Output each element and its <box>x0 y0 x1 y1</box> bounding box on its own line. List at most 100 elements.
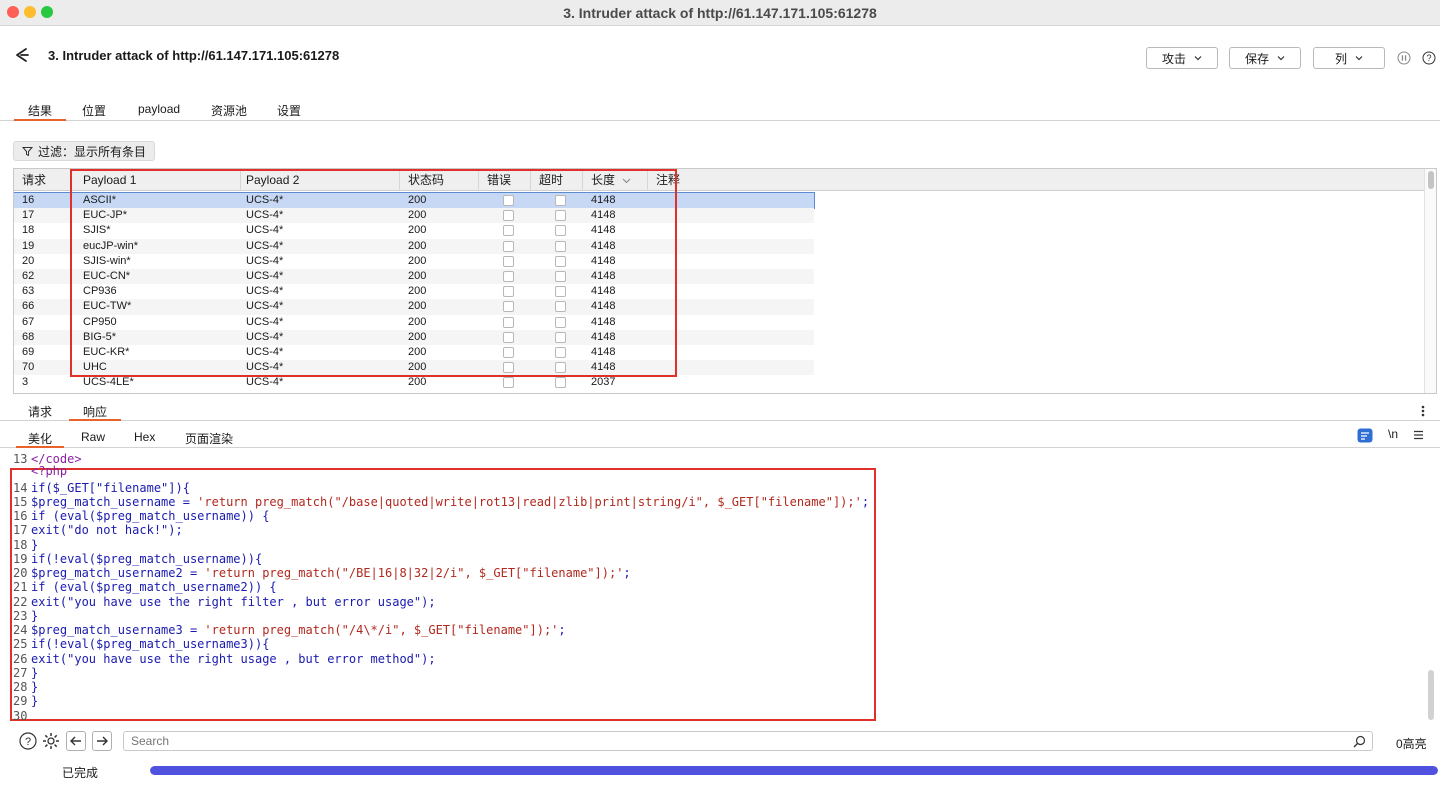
code-token: $preg_match_username2 = <box>31 566 205 580</box>
chevron-down-icon <box>1355 56 1363 61</box>
code-line: 14 if($_GET["filename"]){ <box>13 481 190 495</box>
code-string: 'return preg_match("/4\*/i", $_GET["file… <box>204 623 559 637</box>
line-number: 16 <box>13 509 28 523</box>
code-text: if (eval($preg_match_username2)) { <box>31 580 277 595</box>
columns-menu-button[interactable]: 列 <box>1313 47 1385 69</box>
scrollbar-thumb[interactable] <box>1428 171 1434 189</box>
tab-raw[interactable]: Raw <box>81 430 105 444</box>
tab-positions[interactable]: 位置 <box>82 102 106 119</box>
arrow-left-icon <box>70 736 81 746</box>
settings-gear-icon[interactable] <box>41 731 61 751</box>
cell-payload2: UCS-4* <box>246 376 284 389</box>
tab-pretty[interactable]: 美化 <box>15 430 65 448</box>
line-number: 20 <box>13 566 28 580</box>
code-text: } <box>31 608 39 623</box>
code-token: ; <box>558 623 566 637</box>
word-wrap-icon[interactable] <box>1357 428 1373 443</box>
code-line: 24 $preg_match_username3 = 'return preg_m… <box>13 623 566 637</box>
line-number: 14 <box>13 480 28 495</box>
next-match-button[interactable] <box>92 731 112 751</box>
line-number: 17 <box>13 523 28 538</box>
tab-hex[interactable]: Hex <box>134 430 155 444</box>
cell-request: 62 <box>22 269 35 282</box>
attack-menu-button[interactable]: 攻击 <box>1146 47 1218 69</box>
code-line: 30 <box>13 709 31 723</box>
cell-status: 200 <box>408 376 427 389</box>
code-text: exit("you have use the right filter , bu… <box>31 594 436 609</box>
newline-toggle-icon[interactable]: \n <box>1388 427 1398 441</box>
line-number: 15 <box>13 494 28 509</box>
tab-response[interactable]: 响应 <box>68 403 122 421</box>
code-text: $preg_match_username2 = 'return preg_mat… <box>31 566 631 580</box>
filter-label: 过滤：显示所有条目 <box>38 144 147 159</box>
column-header-request[interactable]: 请求 <box>14 169 72 191</box>
arrow-right-icon <box>97 736 108 746</box>
code-text: $preg_match_username3 = 'return preg_mat… <box>31 623 566 637</box>
more-options-icon[interactable] <box>1420 404 1426 418</box>
code-text: if($_GET["filename"]){ <box>31 480 190 495</box>
tab-results[interactable]: 结果 <box>13 102 67 121</box>
line-number: 19 <box>13 551 28 566</box>
attack-header: 3. Intruder attack of http://61.147.171.… <box>0 26 1440 90</box>
timeout-checkbox <box>555 377 566 389</box>
line-number: 22 <box>13 594 28 609</box>
menu-icon[interactable] <box>1413 430 1424 440</box>
code-scrollbar-thumb[interactable] <box>1428 670 1434 720</box>
tab-payloads[interactable]: payload <box>138 102 180 116</box>
search-input[interactable] <box>124 732 1324 750</box>
line-number: 25 <box>13 637 28 652</box>
code-line: 23} <box>13 609 38 623</box>
table-row[interactable]: 3 UCS-4LE* UCS-4* 200 2037 <box>14 375 814 390</box>
code-text: if(!eval($preg_match_username)){ <box>31 551 263 566</box>
code-text: } <box>31 537 39 552</box>
cell-request: 17 <box>22 209 35 222</box>
code-text: <?php <box>31 464 68 478</box>
line-number: 23 <box>13 608 28 623</box>
code-token: $preg_match_username3 = <box>31 623 205 637</box>
code-token: ; <box>623 566 631 580</box>
cell-request: 18 <box>22 224 35 237</box>
code-line: 22 exit("you have use the right filter , … <box>13 595 436 609</box>
help-icon[interactable]: ? <box>18 731 38 751</box>
code-text: if (eval($preg_match_username)) { <box>31 509 270 523</box>
previous-match-button[interactable] <box>66 731 86 751</box>
tab-render[interactable]: 页面渲染 <box>185 430 233 447</box>
table-scrollbar[interactable] <box>1424 169 1436 393</box>
main-tabs: 结果 位置 payload 资源池 设置 <box>0 96 1440 121</box>
code-line: 27} <box>13 666 38 680</box>
code-text: } <box>31 665 39 680</box>
tab-resource-pool[interactable]: 资源池 <box>211 102 247 119</box>
tab-settings[interactable]: 设置 <box>277 102 301 119</box>
cell-length: 2037 <box>591 376 616 389</box>
code-line: <?php <box>13 464 67 478</box>
code-text: $preg_match_username = 'return preg_matc… <box>31 495 869 509</box>
cell-request: 20 <box>22 254 35 267</box>
pause-icon[interactable] <box>1397 51 1411 65</box>
response-code-editor[interactable]: 13 </code> <?php 14 if($_GET["filename"]){15… <box>13 451 1438 723</box>
search-field[interactable] <box>123 731 1373 751</box>
code-line: 25 if(!eval($preg_match_username3)){ <box>13 637 269 651</box>
code-line: 29} <box>13 694 38 708</box>
search-bar: ? 0高亮 <box>0 728 1440 754</box>
window-title: 3. Intruder attack of http://61.147.171.… <box>563 5 877 21</box>
line-number: 28 <box>13 680 28 694</box>
attack-progress-bar <box>150 766 1438 775</box>
attack-menu-label: 攻击 <box>1161 51 1186 66</box>
intruder-icon <box>16 48 29 62</box>
cell-request: 16 <box>22 194 35 206</box>
view-mode-tabs: 美化 Raw Hex 页面渲染 \n <box>0 426 1440 448</box>
status-bar: 已完成 <box>0 760 1440 782</box>
tab-request[interactable]: 请求 <box>28 403 52 420</box>
code-string: 'return preg_match("/BE|16|8|32|2/i", $_… <box>204 566 624 580</box>
line-number: 21 <box>13 580 28 595</box>
save-menu-button[interactable]: 保存 <box>1229 47 1301 69</box>
filter-button[interactable]: 过滤：显示所有条目 <box>13 141 156 161</box>
help-icon[interactable]: ? <box>1422 51 1436 65</box>
cell-payload1: UCS-4LE* <box>83 376 134 389</box>
cell-request: 19 <box>22 239 35 252</box>
cell-request: 3 <box>22 376 29 389</box>
code-text: exit("do not hack!"); <box>31 523 183 538</box>
cell-request: 63 <box>22 285 35 298</box>
column-header-comment[interactable]: 注释 <box>648 169 1425 191</box>
cell-request: 67 <box>22 315 35 328</box>
